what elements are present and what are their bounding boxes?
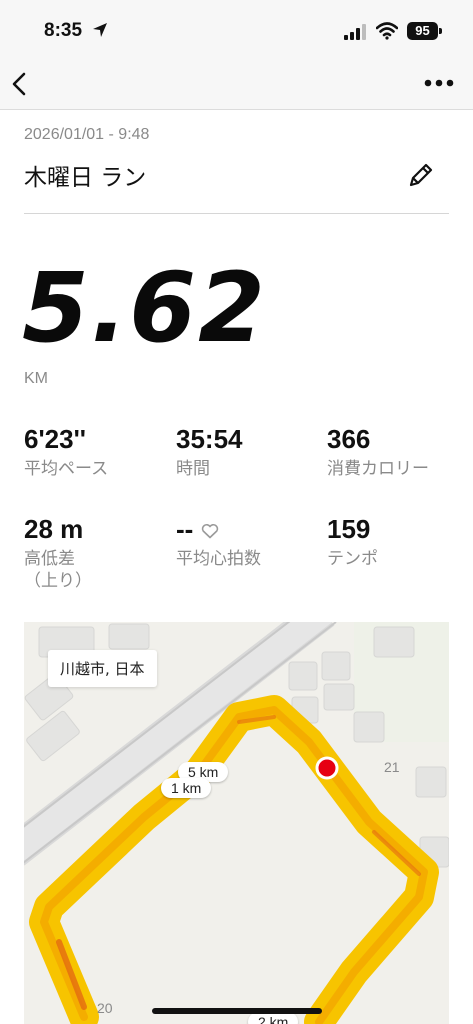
stat-label-heart-rate: 平均心拍数 [176,549,261,569]
current-position-marker [315,756,339,780]
stat-label-calories: 消費カロリー [327,459,429,479]
stat-heart-rate: -- [176,514,219,545]
status-time: 8:35 [44,20,83,41]
stat-value-pace: 6'23'' [24,424,86,454]
stat-label-pace: 平均ペース [24,459,109,479]
stat-value-cadence: 159 [327,514,371,544]
stat-value-heart-rate: -- [176,514,194,544]
location-arrow-icon [93,23,107,37]
map-block-number: 21 [384,759,400,775]
signal-bars-icon [344,24,366,40]
ellipsis-icon[interactable] [424,78,454,88]
activity-date: 2026/01/01 - 9:48 [24,126,150,143]
wifi-icon [376,22,398,40]
pencil-icon[interactable] [406,160,436,190]
chevron-left-icon[interactable] [8,70,32,98]
nav-bar [0,62,473,110]
stat-value-elevation: 28 m [24,514,84,544]
stat-label-cadence: テンポ [327,549,378,569]
home-indicator[interactable] [152,1008,322,1014]
map-location-label: 川越市, 日本 [48,650,157,687]
km-marker-1: 1 km [161,778,212,798]
heart-outline-icon [202,524,219,539]
stat-label-elevation: 高低差 （上り） [24,549,92,591]
distance-unit: KM [24,370,48,387]
battery-nub [439,28,442,34]
activity-title: 木曜日 ラン [24,165,147,191]
stat-value-time: 35:54 [176,424,243,454]
status-bar: 8:35 95 [0,0,473,62]
battery-icon: 95 [407,22,438,40]
map-block-number: 20 [97,1000,113,1016]
header-divider [24,213,449,214]
distance-value: 5.62 [22,252,267,364]
stat-value-calories: 366 [327,424,371,454]
stat-label-time: 時間 [176,459,210,479]
